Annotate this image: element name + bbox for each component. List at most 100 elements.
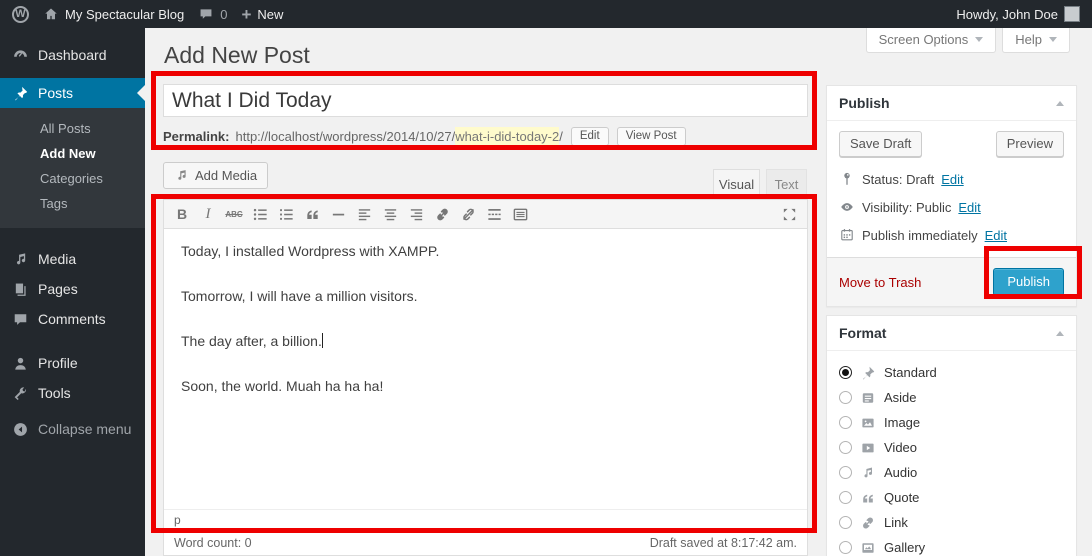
collapse-menu-button[interactable]: Collapse menu [0, 414, 145, 444]
format-panel-header[interactable]: Format [827, 316, 1076, 351]
view-post-button[interactable]: View Post [617, 127, 686, 146]
align-right-button[interactable] [404, 203, 428, 225]
collapse-panel-icon[interactable] [1056, 331, 1064, 336]
horizontal-rule-button[interactable] [326, 203, 350, 225]
editor-paragraph: Tomorrow, I will have a million visitors… [181, 288, 790, 304]
read-more-tag-button[interactable] [482, 203, 506, 225]
editor-toolbar: B I ABC [164, 200, 807, 229]
radio-audio[interactable] [839, 466, 852, 479]
bold-button[interactable]: B [170, 203, 194, 225]
visual-editor: B I ABC Today, I installed Wordpress wit… [163, 199, 808, 531]
format-option-link[interactable]: Link [839, 510, 1064, 535]
wordpress-logo-icon[interactable]: W [12, 6, 29, 23]
format-option-aside[interactable]: Aside [839, 385, 1064, 410]
edit-schedule-link[interactable]: Edit [985, 228, 1007, 243]
word-count: Word count: 0 [174, 536, 252, 550]
posts-submenu: All Posts Add New Categories Tags [0, 108, 145, 228]
site-name: My Spectacular Blog [65, 7, 184, 22]
radio-image[interactable] [839, 416, 852, 429]
publish-button[interactable]: Publish [993, 268, 1064, 296]
post-title-input[interactable] [163, 84, 808, 117]
edit-permalink-button[interactable]: Edit [571, 127, 609, 146]
autosave-message: Draft saved at 8:17:42 am. [650, 536, 797, 550]
numbered-list-icon [278, 206, 295, 223]
status-value: Draft [906, 172, 934, 187]
status-pin-icon [839, 171, 855, 187]
preview-button[interactable]: Preview [996, 131, 1064, 157]
save-draft-button[interactable]: Save Draft [839, 131, 922, 157]
radio-standard[interactable] [839, 366, 852, 379]
align-right-icon [408, 206, 425, 223]
move-to-trash-link[interactable]: Move to Trash [839, 275, 921, 290]
publish-panel-header[interactable]: Publish [827, 86, 1076, 121]
schedule-row: Publish immediately Edit [839, 227, 1064, 243]
tab-text[interactable]: Text [766, 169, 807, 198]
image-icon [860, 415, 876, 431]
editor-content[interactable]: Today, I installed Wordpress with XAMPP.… [164, 229, 807, 509]
visibility-row: Visibility: Public Edit [839, 199, 1064, 215]
eye-icon [839, 199, 855, 215]
help-button[interactable]: Help [1002, 28, 1070, 53]
editor-paragraph: Soon, the world. Muah ha ha ha! [181, 378, 790, 394]
radio-aside[interactable] [839, 391, 852, 404]
tab-visual[interactable]: Visual [713, 169, 760, 199]
align-left-button[interactable] [352, 203, 376, 225]
sidebar-item-media[interactable]: Media [0, 244, 145, 274]
bullet-list-button[interactable] [248, 203, 272, 225]
format-option-standard[interactable]: Standard [839, 360, 1064, 385]
radio-quote[interactable] [839, 491, 852, 504]
sidebar-item-dashboard[interactable]: Dashboard [0, 40, 145, 70]
sidebar-item-add-new[interactable]: Add New [0, 141, 145, 166]
sidebar-item-profile[interactable]: Profile [0, 348, 145, 378]
blockquote-button[interactable] [300, 203, 324, 225]
unlink-icon [460, 206, 477, 223]
format-option-audio[interactable]: Audio [839, 460, 1064, 485]
format-option-quote[interactable]: Quote [839, 485, 1064, 510]
media-camera-icon [174, 168, 189, 183]
radio-video[interactable] [839, 441, 852, 454]
site-name-link[interactable]: My Spectacular Blog [43, 6, 184, 22]
align-center-button[interactable] [378, 203, 402, 225]
insert-link-button[interactable] [430, 203, 454, 225]
sidebar-item-categories[interactable]: Categories [0, 166, 145, 191]
element-path[interactable]: p [164, 509, 807, 530]
audio-icon [860, 465, 876, 481]
permalink-label: Permalink: [163, 129, 229, 144]
sidebar-item-tools[interactable]: Tools [0, 378, 145, 408]
user-icon [12, 355, 29, 372]
radio-gallery[interactable] [839, 541, 852, 554]
remove-link-button[interactable] [456, 203, 480, 225]
italic-button[interactable]: I [196, 203, 220, 225]
radio-link[interactable] [839, 516, 852, 529]
video-icon [860, 440, 876, 456]
numbered-list-button[interactable] [274, 203, 298, 225]
sidebar-item-pages[interactable]: Pages [0, 274, 145, 304]
comments-count: 0 [220, 7, 227, 22]
sidebar-item-comments[interactable]: Comments [0, 304, 145, 334]
howdy-account-menu[interactable]: Howdy, John Doe [956, 6, 1080, 22]
toolbar-toggle-button[interactable] [508, 203, 532, 225]
format-option-video[interactable]: Video [839, 435, 1064, 460]
sidebar-item-all-posts[interactable]: All Posts [0, 116, 145, 141]
blockquote-icon [304, 206, 321, 223]
sidebar-item-tags[interactable]: Tags [0, 191, 145, 216]
edit-status-link[interactable]: Edit [941, 172, 963, 187]
new-content-button[interactable]: + New [241, 6, 283, 23]
sidebar-item-posts[interactable]: Posts [0, 78, 145, 108]
quote-icon [860, 490, 876, 506]
read-more-icon [486, 206, 503, 223]
screen-options-button[interactable]: Screen Options [866, 28, 997, 53]
bullet-list-icon [252, 206, 269, 223]
horizontal-rule-icon [330, 206, 347, 223]
comments-admin-bar[interactable]: 0 [198, 6, 227, 22]
format-option-image[interactable]: Image [839, 410, 1064, 435]
edit-visibility-link[interactable]: Edit [958, 200, 980, 215]
plus-icon: + [241, 6, 251, 23]
strikethrough-button[interactable]: ABC [222, 203, 246, 225]
link-icon [434, 206, 451, 223]
collapse-panel-icon[interactable] [1056, 101, 1064, 106]
fullscreen-button[interactable] [777, 203, 801, 225]
format-option-gallery[interactable]: Gallery [839, 535, 1064, 556]
chevron-down-icon [975, 37, 983, 42]
add-media-button[interactable]: Add Media [163, 162, 268, 189]
